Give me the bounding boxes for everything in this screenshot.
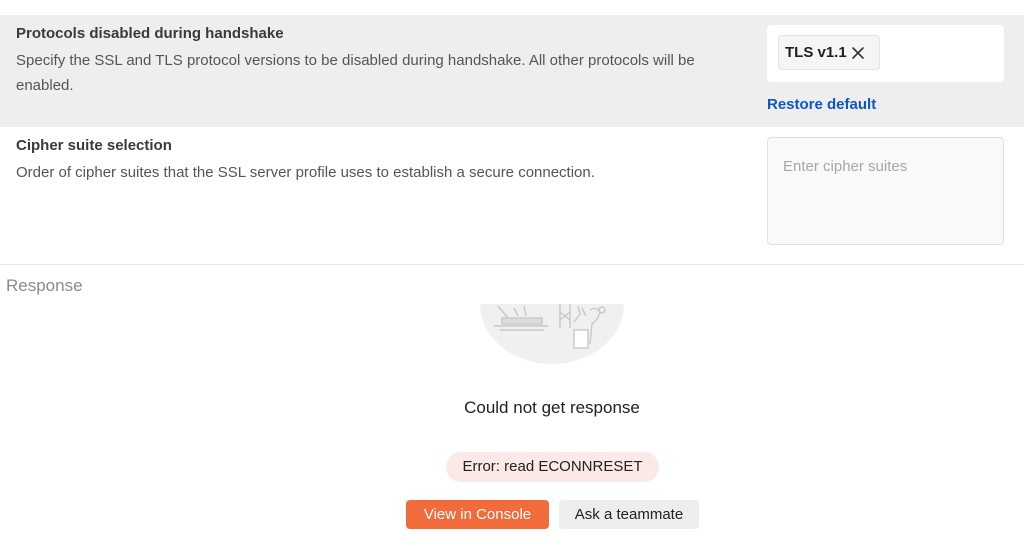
cipher-title: Cipher suite selection bbox=[16, 137, 172, 154]
restore-default-link[interactable]: Restore default bbox=[767, 96, 876, 113]
protocols-multiselect[interactable]: TLS v1.1 bbox=[767, 25, 1004, 82]
view-in-console-button[interactable]: View in Console bbox=[406, 500, 549, 529]
top-strip bbox=[0, 0, 1024, 15]
protocols-description: Specify the SSL and TLS protocol version… bbox=[16, 52, 695, 94]
protocols-title: Protocols disabled during handshake bbox=[16, 25, 284, 42]
ask-teammate-button[interactable]: Ask a teammate bbox=[559, 500, 699, 529]
protocol-chip: TLS v1.1 bbox=[778, 35, 880, 70]
cipher-suites-input[interactable] bbox=[767, 137, 1004, 245]
protocols-setting-row: Protocols disabled during handshake Spec… bbox=[0, 15, 1024, 127]
error-title: Could not get response bbox=[464, 398, 640, 417]
protocol-chip-label: TLS v1.1 bbox=[785, 44, 847, 61]
response-section-label: Response bbox=[6, 276, 83, 295]
cipher-setting-row: Cipher suite selection Order of cipher s… bbox=[0, 127, 1024, 265]
error-detail-badge: Error: read ECONNRESET bbox=[446, 452, 659, 482]
broken-connection-illustration bbox=[478, 304, 626, 366]
cipher-description: Order of cipher suites that the SSL serv… bbox=[16, 164, 595, 181]
close-icon[interactable] bbox=[851, 46, 865, 60]
